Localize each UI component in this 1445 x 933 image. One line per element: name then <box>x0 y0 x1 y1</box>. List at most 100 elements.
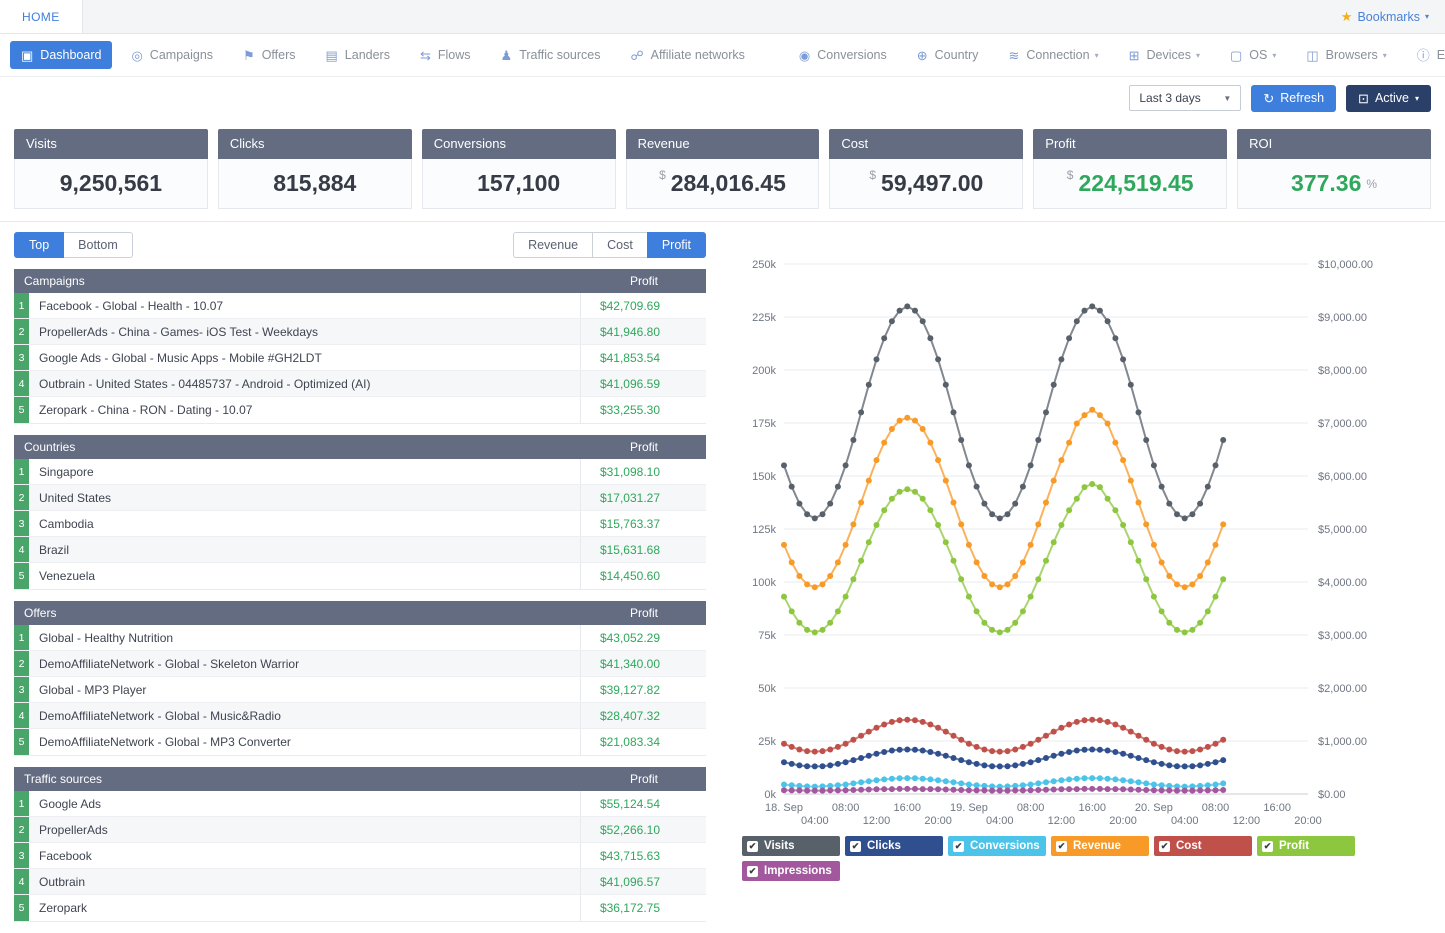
nav-item-dashboard[interactable]: ▣ Dashboard <box>10 41 112 69</box>
date-range-select[interactable]: Last 3 days ▼ <box>1129 85 1241 111</box>
nav-item-label: OS <box>1249 48 1267 62</box>
rank-badge: 2 <box>14 817 29 842</box>
row-profit: $31,098.10 <box>580 459 706 484</box>
table-row[interactable]: 4 Outbrain $41,096.57 <box>14 869 706 895</box>
row-profit: $55,124.54 <box>580 791 706 816</box>
bookmarks-menu[interactable]: ★ Bookmarks ▾ <box>1341 0 1445 33</box>
row-name: Outbrain - United States - 04485737 - An… <box>29 371 580 396</box>
table-row[interactable]: 2 DemoAffiliateNetwork - Global - Skelet… <box>14 651 706 677</box>
nav-item-landers[interactable]: ▤ Landers <box>315 41 401 69</box>
row-profit: $15,631.68 <box>580 537 706 562</box>
table-row[interactable]: 1 Singapore $31,098.10 <box>14 459 706 485</box>
table-row[interactable]: 5 DemoAffiliateNetwork - Global - MP3 Co… <box>14 729 706 755</box>
table-row[interactable]: 4 Outbrain - United States - 04485737 - … <box>14 371 706 397</box>
nav-item-devices[interactable]: ⊞ Devices ▾ <box>1118 41 1211 69</box>
table-row[interactable]: 1 Facebook - Global - Health - 10.07 $42… <box>14 293 706 319</box>
table-row[interactable]: 2 United States $17,031.27 <box>14 485 706 511</box>
row-name: Facebook <box>29 843 580 868</box>
svg-text:150k: 150k <box>752 471 776 483</box>
stat-card-revenue: Revenue $ 284,016.45 <box>626 129 820 209</box>
table-body: 1 Singapore $31,098.10 2 United States $… <box>14 459 706 590</box>
table-row[interactable]: 4 Brazil $15,631.68 <box>14 537 706 563</box>
table-row[interactable]: 2 PropellerAds $52,266.10 <box>14 817 706 843</box>
flows-icon: ⇆ <box>420 49 431 62</box>
nav-item-flows[interactable]: ⇆ Flows <box>409 41 482 69</box>
checkbox-icon[interactable]: ✔ <box>747 841 758 852</box>
legend-item-visits[interactable]: ✔ Visits <box>742 836 840 856</box>
legend-item-cost[interactable]: ✔ Cost <box>1154 836 1252 856</box>
nav-item-conversions[interactable]: ◉ Conversions <box>788 41 898 69</box>
table-row[interactable]: 3 Cambodia $15,763.37 <box>14 511 706 537</box>
legend-item-impressions[interactable]: ✔ Impressions <box>742 861 840 881</box>
checkbox-icon[interactable]: ✔ <box>1262 841 1273 852</box>
table-row[interactable]: 3 Google Ads - Global - Music Apps - Mob… <box>14 345 706 371</box>
nav-item-campaigns[interactable]: ◎ Campaigns <box>120 41 224 69</box>
stat-card-profit: Profit $ 224,519.45 <box>1033 129 1227 209</box>
content: TopBottom RevenueCostProfit Campaigns Pr… <box>0 222 1445 933</box>
stat-body: 377.36 % <box>1237 159 1431 209</box>
row-profit: $41,096.57 <box>580 869 706 894</box>
checkbox-icon[interactable]: ✔ <box>850 841 861 852</box>
nav-item-connection[interactable]: ≋ Connection ▾ <box>997 41 1109 69</box>
table-title: Traffic sources <box>24 772 102 786</box>
table-row[interactable]: 1 Global - Healthy Nutrition $43,052.29 <box>14 625 706 651</box>
rank-table-offers: Offers Profit 1 Global - Healthy Nutriti… <box>14 601 706 756</box>
nav-item-country[interactable]: ⊕ Country <box>906 41 990 69</box>
svg-text:08:00: 08:00 <box>1017 802 1045 814</box>
row-name: Venezuela <box>29 563 580 589</box>
row-profit: $39,127.82 <box>580 677 706 702</box>
table-row[interactable]: 3 Facebook $43,715.63 <box>14 843 706 869</box>
legend-item-clicks[interactable]: ✔ Clicks <box>845 836 943 856</box>
table-row[interactable]: 5 Zeropark $36,172.75 <box>14 895 706 921</box>
row-name: Zeropark <box>29 895 580 921</box>
svg-text:$2,000.00: $2,000.00 <box>1318 683 1367 695</box>
devices-icon: ⊞ <box>1129 49 1140 62</box>
nav-item-browsers[interactable]: ◫ Browsers ▾ <box>1295 41 1397 69</box>
checkbox-icon[interactable]: ✔ <box>953 841 964 852</box>
checkbox-icon[interactable]: ✔ <box>1159 841 1170 852</box>
nav-item-traffic-sources[interactable]: ♟ Traffic sources <box>490 41 612 69</box>
svg-text:20. Sep: 20. Sep <box>1135 802 1173 814</box>
row-name: Global - MP3 Player <box>29 677 580 702</box>
toggle-top[interactable]: Top <box>14 232 64 258</box>
table-row[interactable]: 2 PropellerAds - China - Games- iOS Test… <box>14 319 706 345</box>
table-body: 1 Facebook - Global - Health - 10.07 $42… <box>14 293 706 424</box>
rank-tables: Campaigns Profit 1 Facebook - Global - H… <box>14 269 706 922</box>
nav-item-offers[interactable]: ⚑ Offers <box>232 41 306 69</box>
refresh-button[interactable]: ↻ Refresh <box>1251 85 1336 112</box>
chevron-down-icon: ▾ <box>1095 51 1099 60</box>
checkbox-icon[interactable]: ✔ <box>1056 841 1067 852</box>
nav-item-os[interactable]: ▢ OS ▾ <box>1219 41 1287 69</box>
row-profit: $33,255.30 <box>580 397 706 423</box>
legend-label: Revenue <box>1073 840 1121 852</box>
toggle-cost[interactable]: Cost <box>592 232 648 258</box>
timeseries-chart: 250k$10,000.00225k$9,000.00200k$8,000.00… <box>732 254 1422 832</box>
toggle-bottom[interactable]: Bottom <box>63 232 133 258</box>
nav-item-affiliate-networks[interactable]: ☍ Affiliate networks <box>619 41 755 69</box>
toggle-profit[interactable]: Profit <box>647 232 706 258</box>
table-row[interactable]: 4 DemoAffiliateNetwork - Global - Music&… <box>14 703 706 729</box>
toggle-row: TopBottom RevenueCostProfit <box>14 232 706 258</box>
app-root: HOME ★ Bookmarks ▾ ▣ Dashboard ◎ Campaig… <box>0 0 1445 933</box>
legend-item-revenue[interactable]: ✔ Revenue <box>1051 836 1149 856</box>
stat-value: 377.36 <box>1291 170 1361 197</box>
nav-item-error-log[interactable]: ⓘ Error log <box>1406 41 1445 69</box>
tab-home[interactable]: HOME <box>0 0 83 33</box>
stat-value: 59,497.00 <box>881 170 983 197</box>
toggle-revenue[interactable]: Revenue <box>513 232 593 258</box>
stat-card-cost: Cost $ 59,497.00 <box>829 129 1023 209</box>
svg-text:16:00: 16:00 <box>894 802 922 814</box>
active-filter-button[interactable]: ⊡ Active ▾ <box>1346 85 1431 112</box>
stat-body: $ 59,497.00 <box>829 159 1023 209</box>
legend-item-profit[interactable]: ✔ Profit <box>1257 836 1355 856</box>
svg-text:$9,000.00: $9,000.00 <box>1318 312 1367 324</box>
rank-badge: 5 <box>14 397 29 423</box>
table-row[interactable]: 1 Google Ads $55,124.54 <box>14 791 706 817</box>
row-name: United States <box>29 485 580 510</box>
table-row[interactable]: 3 Global - MP3 Player $39,127.82 <box>14 677 706 703</box>
checkbox-icon[interactable]: ✔ <box>747 866 758 877</box>
table-row[interactable]: 5 Venezuela $14,450.60 <box>14 563 706 589</box>
table-row[interactable]: 5 Zeropark - China - RON - Dating - 10.0… <box>14 397 706 423</box>
legend-item-conversions[interactable]: ✔ Conversions <box>948 836 1046 856</box>
metric-toggle: RevenueCostProfit <box>513 232 706 258</box>
